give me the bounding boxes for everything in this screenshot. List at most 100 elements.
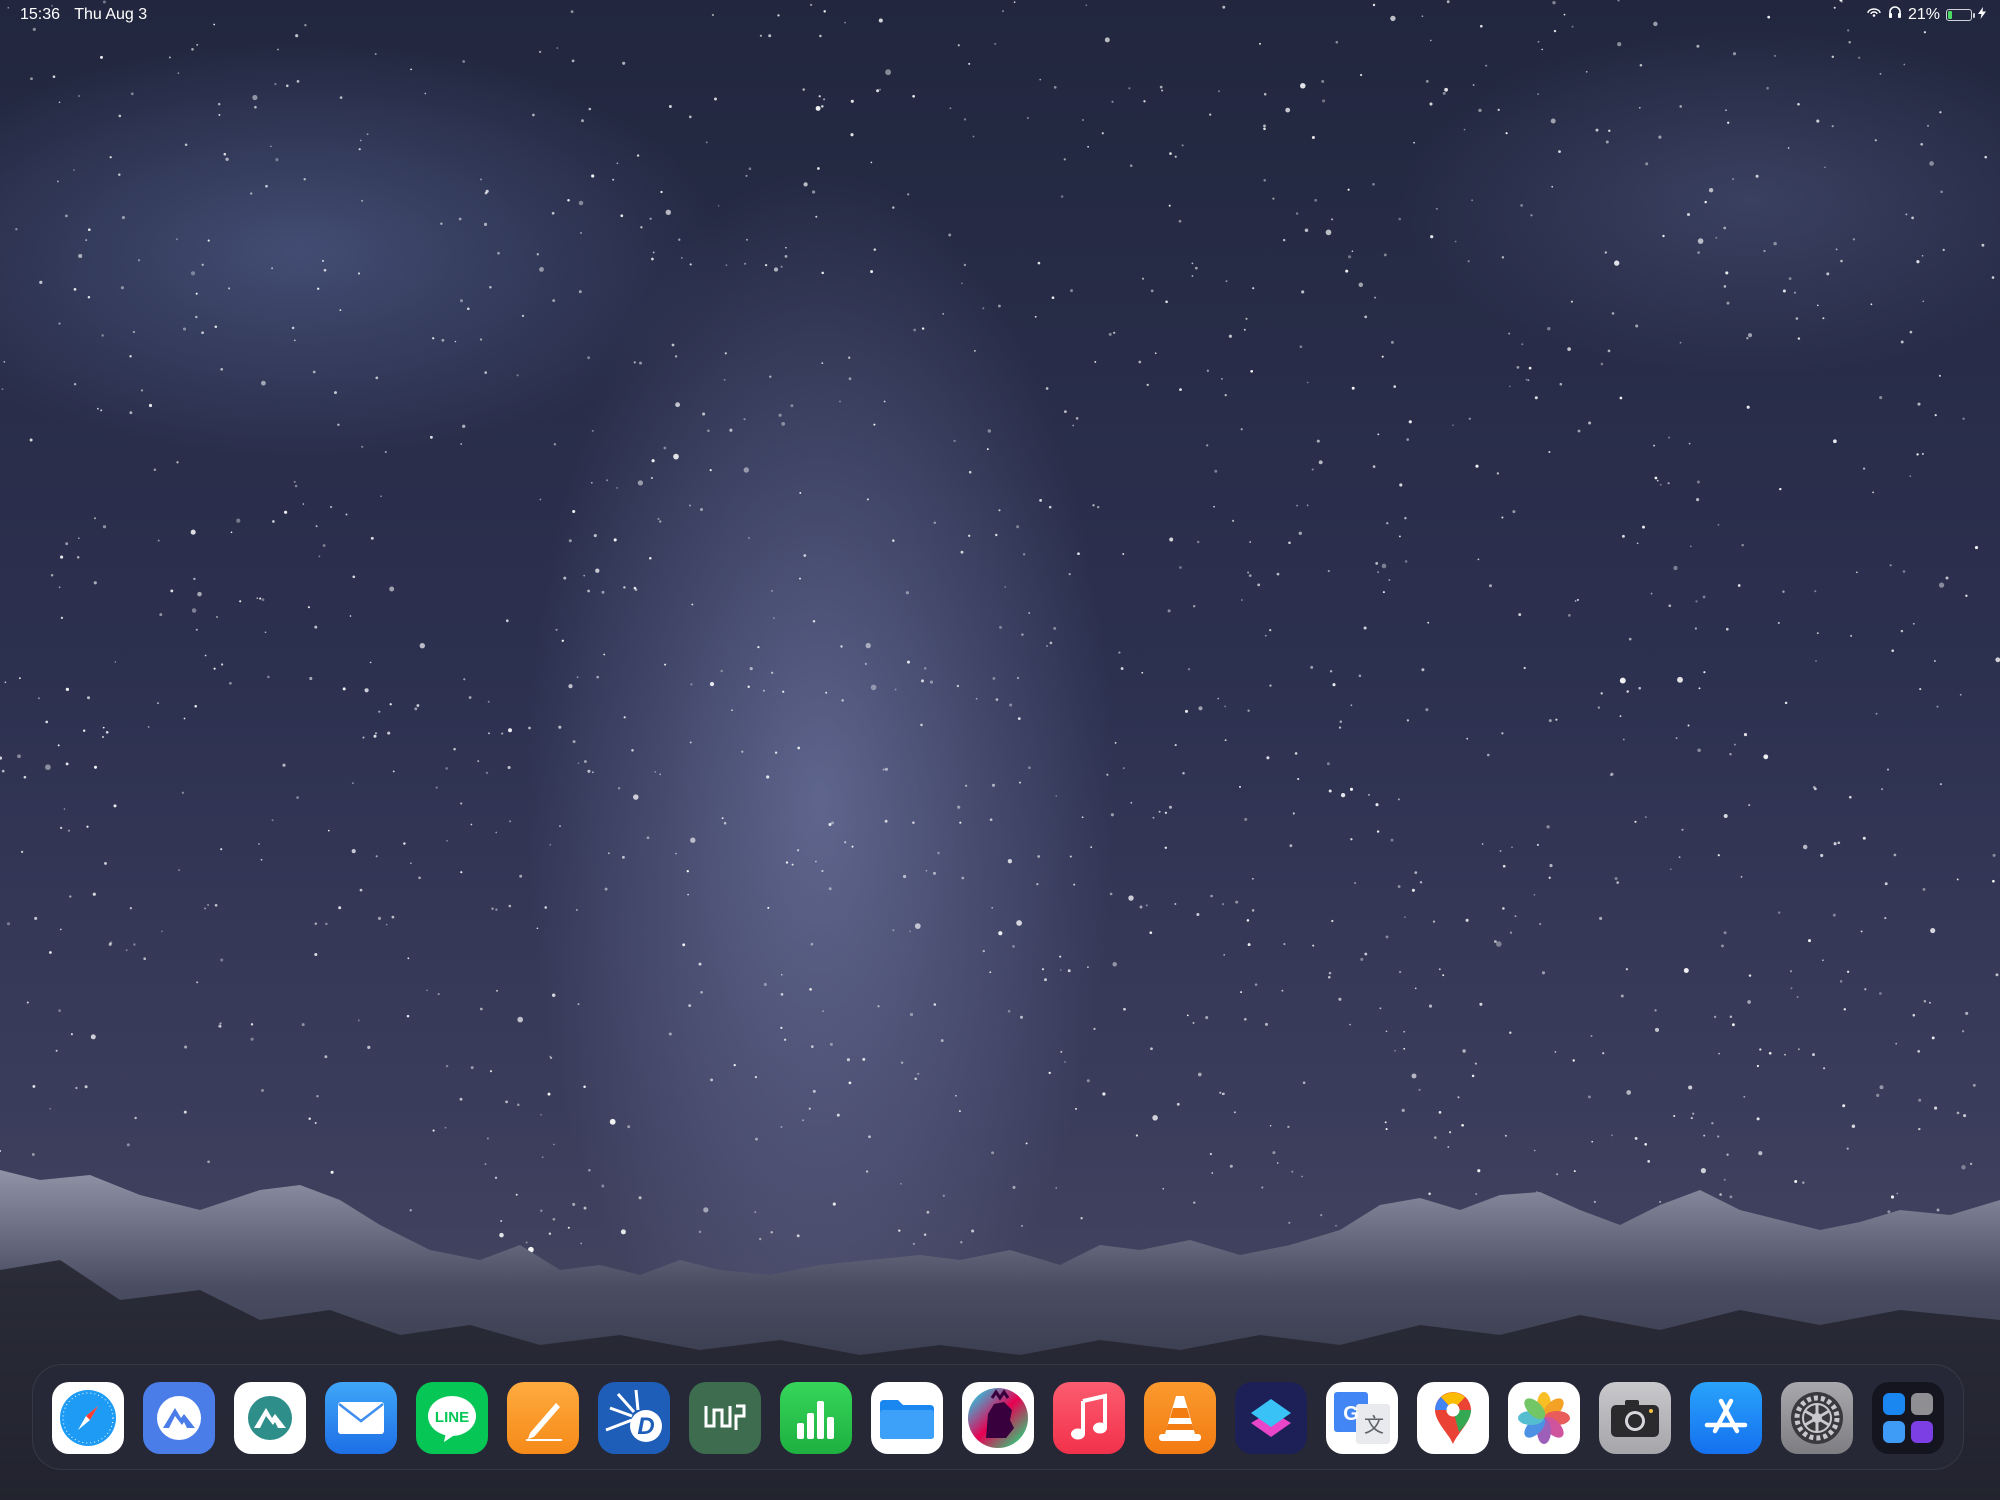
star (1929, 1001, 1931, 1004)
star (745, 174, 748, 177)
star (885, 69, 892, 76)
star (1729, 1015, 1733, 1019)
pen-icon[interactable] (507, 1382, 579, 1454)
star (1222, 1092, 1225, 1096)
star (1516, 366, 1520, 369)
star (1696, 498, 1700, 502)
star (870, 161, 873, 164)
camera-icon[interactable] (1599, 1382, 1671, 1454)
star (563, 576, 567, 580)
star (1654, 476, 1658, 480)
star (1673, 1114, 1676, 1118)
star (1678, 856, 1681, 859)
star (1281, 989, 1284, 992)
status-bar: 15:36 Thu Aug 3 21% (0, 0, 2000, 30)
bar-chart-icon[interactable] (780, 1382, 852, 1454)
star (1537, 40, 1540, 43)
star (260, 380, 266, 386)
star (1508, 332, 1511, 335)
map-pin-icon[interactable] (1417, 1382, 1489, 1454)
star (659, 773, 662, 776)
layered-diamond-icon[interactable] (1235, 1382, 1307, 1454)
star (1667, 482, 1670, 485)
translate-icon[interactable]: G文 (1326, 1382, 1398, 1454)
status-time: 15:36 (20, 6, 61, 23)
star (1686, 212, 1691, 217)
star (650, 476, 653, 480)
envelope-icon[interactable] (325, 1382, 397, 1454)
star (1404, 916, 1406, 918)
star (747, 685, 750, 688)
star (673, 453, 679, 460)
gear-icon[interactable] (1781, 1382, 1853, 1454)
star (882, 768, 885, 771)
star (101, 735, 105, 739)
star (1879, 992, 1882, 995)
star (1570, 300, 1573, 303)
star (418, 876, 421, 880)
star (1245, 317, 1248, 320)
star (1384, 1121, 1387, 1124)
star (109, 156, 112, 159)
star (4, 681, 7, 684)
star (1435, 207, 1438, 210)
star (1879, 72, 1882, 75)
star (1257, 583, 1261, 587)
lion-icon[interactable] (962, 1382, 1034, 1454)
star (1886, 768, 1890, 771)
photos-flower-icon[interactable] (1508, 1382, 1580, 1454)
dictionary-d-icon[interactable]: D (598, 1382, 670, 1454)
star (403, 842, 406, 845)
star (1425, 80, 1429, 83)
star (1909, 330, 1913, 334)
safari-compass-icon[interactable] (52, 1382, 124, 1454)
wp-icon[interactable] (689, 1382, 761, 1454)
star (561, 639, 564, 642)
star (1681, 828, 1684, 831)
star (595, 568, 600, 573)
star (1322, 99, 1326, 103)
star (710, 1078, 714, 1082)
star (1331, 919, 1334, 923)
traffic-cone-icon[interactable] (1144, 1382, 1216, 1454)
star (709, 468, 712, 472)
star (578, 290, 582, 294)
star (780, 973, 783, 976)
star (1037, 261, 1041, 265)
app-store-a-icon[interactable] (1690, 1382, 1762, 1454)
star (1463, 128, 1466, 131)
star (627, 1125, 631, 1129)
star (1196, 540, 1200, 544)
star (1406, 438, 1409, 441)
star (1398, 970, 1402, 974)
music-note-icon[interactable] (1053, 1382, 1125, 1454)
line-chat-icon[interactable]: LINE (416, 1382, 488, 1454)
star (1368, 793, 1370, 796)
star (441, 338, 445, 342)
star (1263, 92, 1267, 96)
star (23, 775, 27, 779)
star (1505, 132, 1508, 135)
nordlayer-mountain-icon[interactable] (234, 1382, 306, 1454)
star (555, 628, 558, 631)
star (1012, 945, 1015, 948)
star (516, 374, 519, 377)
star (1929, 161, 1934, 166)
star (125, 949, 128, 952)
star (1461, 1123, 1464, 1127)
star (963, 118, 967, 121)
battery-icon (1946, 8, 1975, 21)
star (58, 586, 61, 589)
star (823, 98, 826, 101)
app-library-grid-icon[interactable] (1872, 1382, 1944, 1454)
star (118, 114, 122, 118)
folder-icon[interactable] (871, 1382, 943, 1454)
star (616, 487, 618, 489)
star (933, 521, 937, 524)
star (1360, 957, 1364, 961)
star (1068, 572, 1071, 576)
star (846, 1058, 850, 1062)
nordvpn-mountain-icon[interactable] (143, 1382, 215, 1454)
star (1642, 525, 1645, 529)
star (1704, 200, 1707, 204)
